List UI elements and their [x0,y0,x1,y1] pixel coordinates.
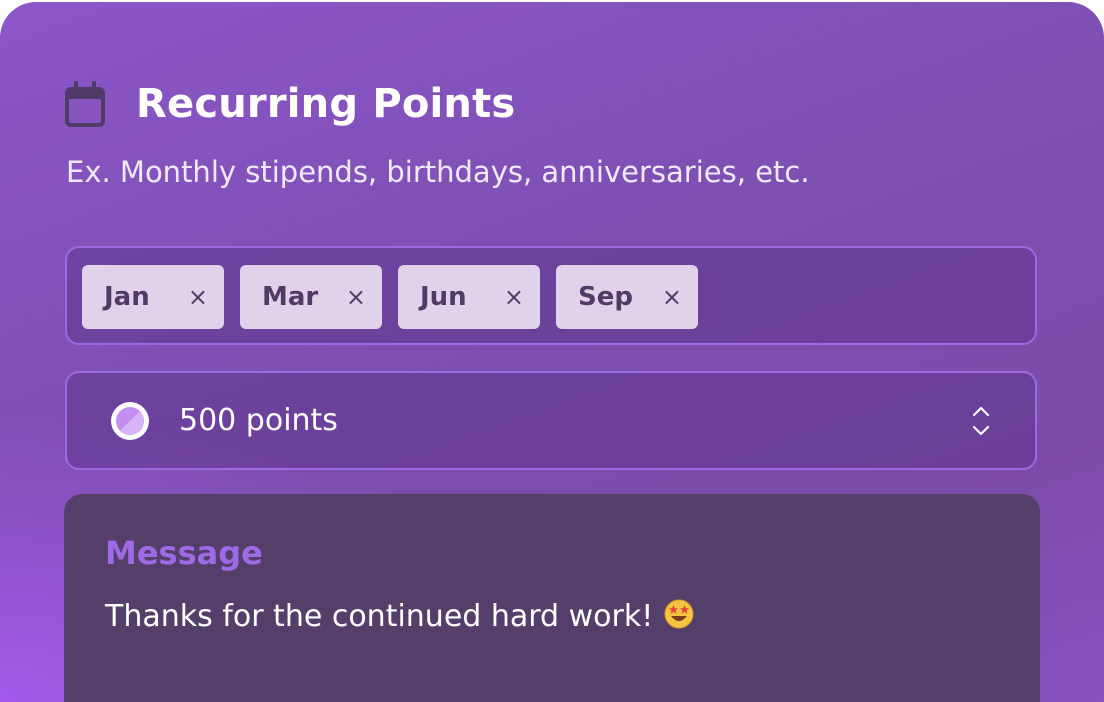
message-text: Thanks for the continued hard work! [105,598,695,634]
remove-tag-icon[interactable]: × [662,265,682,329]
month-tag: Jan × [82,265,224,329]
page-subtitle: Ex. Monthly stipends, birthdays, anniver… [66,155,810,189]
month-tag-label: Jan [104,282,150,312]
message-field[interactable]: Message Thanks for the continued hard wo… [64,494,1040,702]
remove-tag-icon[interactable]: × [346,265,366,329]
star-struck-emoji-icon [664,599,694,629]
remove-tag-icon[interactable]: × [188,265,208,329]
points-value: 500 points [179,403,338,438]
month-tag-label: Sep [578,282,633,312]
chevron-up-down-icon[interactable] [971,404,991,438]
month-tag: Sep × [556,265,698,329]
month-tag-label: Jun [420,282,467,312]
card-header: Recurring Points [64,76,515,132]
coin-icon [111,402,149,440]
month-multiselect[interactable]: Jan × Mar × Jun × Sep × [65,246,1037,345]
message-body: Thanks for the continued hard work! [105,599,654,634]
points-select[interactable]: 500 points [65,371,1037,470]
recurring-points-card: Recurring Points Ex. Monthly stipends, b… [0,2,1104,702]
month-tag: Jun × [398,265,540,329]
message-label: Message [105,534,263,572]
month-tag: Mar × [240,265,382,329]
page-title: Recurring Points [136,81,516,127]
calendar-icon [65,81,105,127]
month-tag-label: Mar [262,282,319,312]
remove-tag-icon[interactable]: × [504,265,524,329]
